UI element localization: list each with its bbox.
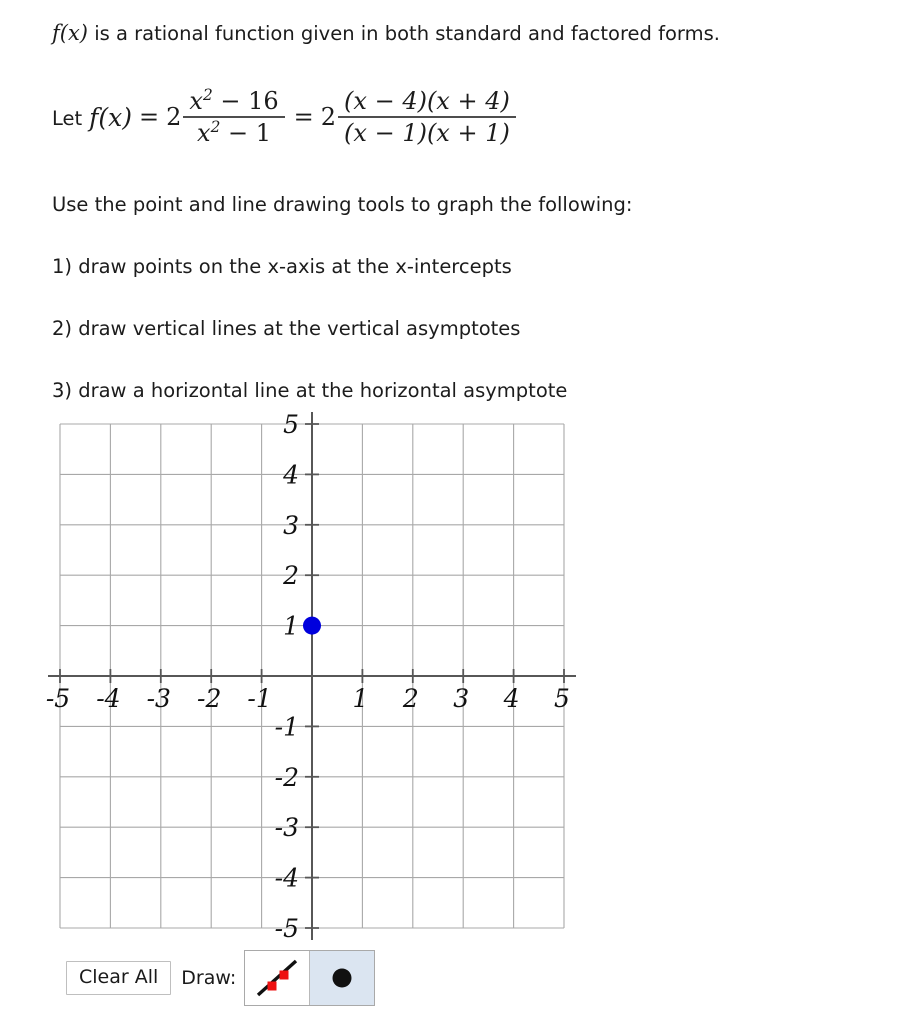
x-tick-label: 5: [554, 684, 570, 713]
y-tick-label: -1: [275, 712, 299, 741]
intro-sentence: f(x) is a rational function given in bot…: [52, 20, 720, 46]
y-tick-label: 3: [283, 511, 299, 540]
equation-fraction-standard: x2 − 16 x2 − 1: [183, 86, 285, 148]
fraction-factored-numerator: (x − 4)(x + 4): [344, 87, 510, 115]
line-tool-button[interactable]: [245, 951, 310, 1005]
x-tick-label: 1: [352, 684, 368, 713]
equation-coefficient-2: 2: [320, 103, 337, 132]
filled-dot-icon: [332, 968, 352, 988]
fraction-standard-denominator: x2 − 1: [197, 117, 272, 147]
y-tick-label: -4: [275, 864, 299, 893]
y-tick-label: -5: [275, 914, 299, 940]
fraction-factored-denominator: (x − 1)(x + 1): [344, 118, 510, 147]
y-tick-label: -2: [275, 763, 299, 792]
line-with-handles-icon: [257, 959, 298, 997]
equation: Let f(x) = 2 x2 − 16 x2 − 1 = 2 (x − 4)(…: [52, 86, 518, 148]
intro-function-symbol: f(x): [52, 21, 89, 45]
equation-fraction-factored: (x − 4)(x + 4) (x − 1)(x + 1): [338, 86, 516, 148]
task-item-1: 1) draw points on the x-axis at the x-in…: [52, 255, 512, 278]
equation-lead-label: Let: [52, 106, 83, 130]
x-tick-label: -2: [197, 684, 221, 713]
directions-text: Use the point and line drawing tools to …: [52, 193, 633, 216]
x-tick-label: 2: [402, 684, 419, 713]
draw-label: Draw:: [181, 967, 237, 989]
y-tick-label: 1: [283, 612, 299, 641]
equation-equals-2: =: [293, 103, 314, 132]
x-tick-label: -1: [247, 684, 271, 713]
graph-canvas[interactable]: -5 -4 -3 -2 -1 1 2 3 4 5 5 4 3 2 1 -1 -2 -3 -4 -5: [0, 412, 620, 940]
plotted-point[interactable]: [303, 616, 321, 635]
clear-all-button[interactable]: Clear All: [66, 961, 172, 995]
intro-sentence-text: is a rational function given in both sta…: [88, 22, 720, 45]
drawing-toolbar: Clear All Draw:: [66, 950, 376, 1006]
task-item-2: 2) draw vertical lines at the vertical a…: [52, 317, 521, 340]
equation-equals-1: =: [139, 103, 160, 132]
equation-function-name: f(x): [89, 102, 133, 132]
x-tick-label: -5: [46, 684, 70, 713]
x-tick-label: -3: [147, 684, 171, 713]
x-axis-tick-labels: -5 -4 -3 -2 -1 1 2 3 4 5: [46, 684, 570, 713]
y-tick-label: -3: [275, 813, 299, 842]
x-tick-label: -4: [96, 684, 120, 713]
tool-button-group: [244, 950, 376, 1006]
coordinate-grid-graph[interactable]: -5 -4 -3 -2 -1 1 2 3 4 5 5 4 3 2 1 -1 -2 -3 -4 -5: [0, 412, 620, 940]
equation-coefficient-1: 2: [166, 103, 182, 132]
point-tool-button[interactable]: [309, 951, 375, 1005]
x-tick-label: 3: [453, 684, 469, 713]
task-item-3: 3) draw a horizontal line at the horizon…: [52, 379, 568, 402]
y-tick-label: 5: [283, 412, 299, 439]
y-tick-label: 4: [282, 460, 299, 489]
x-tick-label: 4: [503, 684, 520, 713]
fraction-standard-numerator: x2 − 16: [189, 86, 279, 115]
y-tick-label: 2: [282, 561, 299, 590]
plotted-points[interactable]: [303, 616, 321, 635]
